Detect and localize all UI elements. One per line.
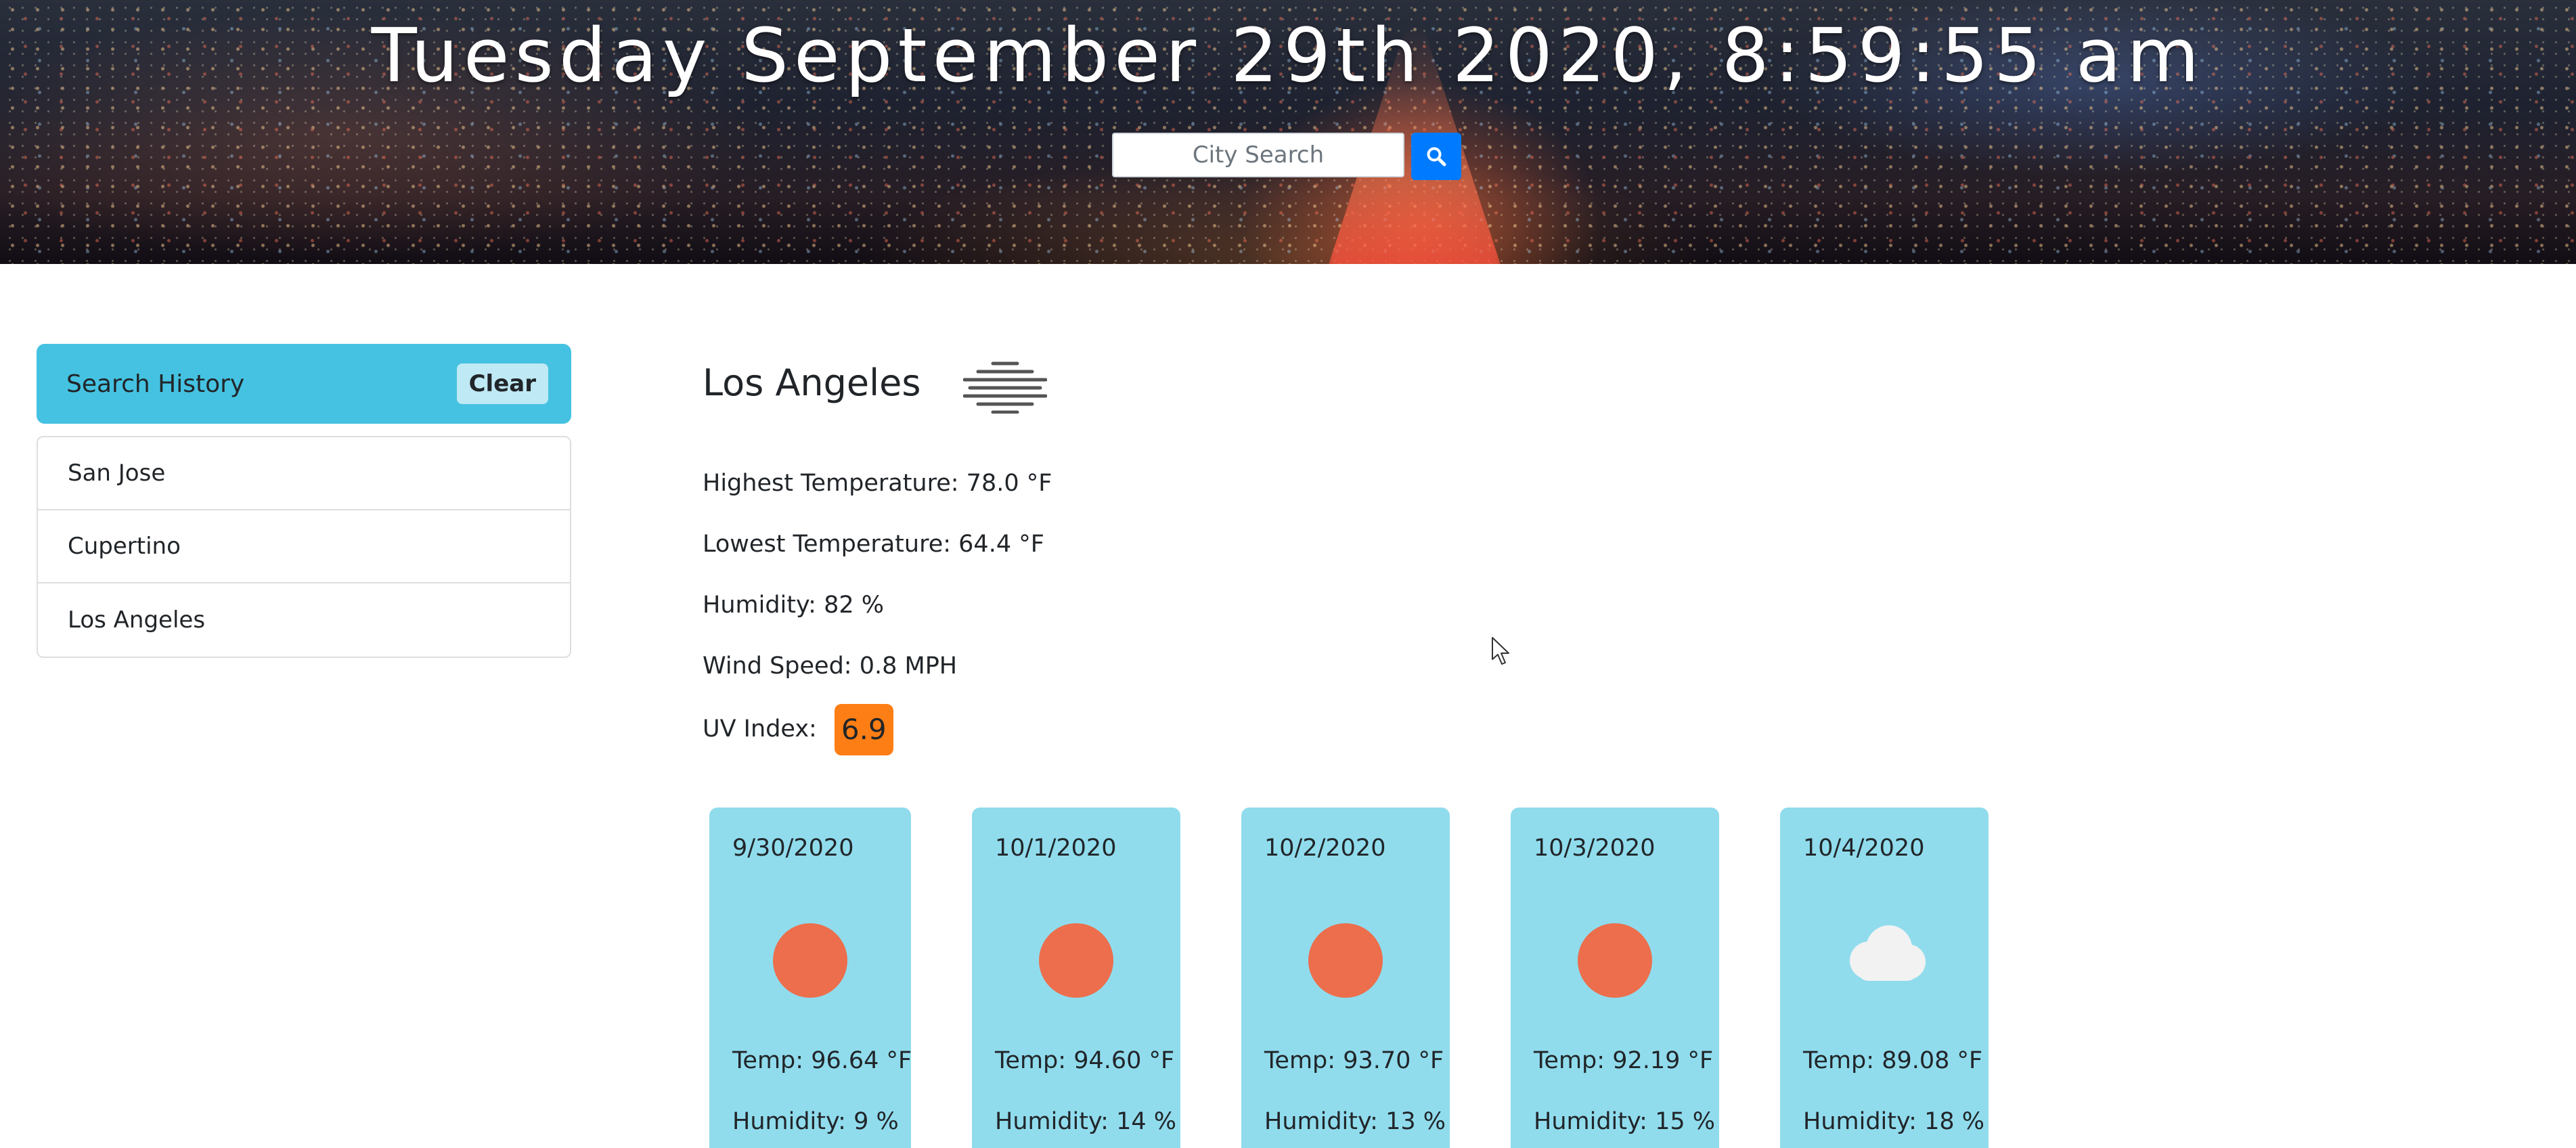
- search-history-title: Search History: [66, 370, 245, 398]
- sun-icon: [773, 923, 847, 998]
- forecast-humidity: Humidity: 9 %: [732, 1108, 899, 1135]
- mist-icon: [962, 361, 1047, 414]
- search-history-list: San Jose Cupertino Los Angeles: [37, 436, 571, 658]
- forecast-icon-wrap: [1511, 923, 1719, 998]
- forecast-date: 9/30/2020: [732, 835, 854, 862]
- forecast-icon-wrap: [1241, 923, 1450, 998]
- forecast-humidity: Humidity: 13 %: [1264, 1108, 1446, 1135]
- forecast-humidity: Humidity: 14 %: [995, 1108, 1176, 1135]
- uv-index-label: UV Index:: [703, 715, 817, 743]
- forecast-card: 10/3/2020 Temp: 92.19 °F Humidity: 15 %: [1511, 808, 1719, 1148]
- forecast-card: 9/30/2020 Temp: 96.64 °F Humidity: 9 %: [709, 808, 912, 1148]
- highest-temperature: Highest Temperature: 78.0 °F: [703, 470, 1052, 497]
- city-name: Los Angeles: [703, 361, 921, 404]
- uv-index-badge: 6.9: [834, 704, 893, 755]
- clear-history-button[interactable]: Clear: [456, 363, 548, 404]
- forecast-temp: Temp: 92.19 °F: [1534, 1047, 1714, 1074]
- forecast-date: 10/2/2020: [1264, 835, 1386, 862]
- forecast-temp: Temp: 89.08 °F: [1803, 1047, 1983, 1074]
- forecast-humidity: Humidity: 18 %: [1803, 1108, 1984, 1135]
- search-button[interactable]: [1411, 133, 1461, 180]
- current-datetime: Tuesday September 29th 2020, 8:59:55 am: [371, 12, 2205, 99]
- hero-banner: Tuesday September 29th 2020, 8:59:55 am: [0, 0, 2576, 264]
- forecast-icon-wrap: [1780, 923, 1989, 984]
- forecast-date: 10/1/2020: [995, 835, 1117, 862]
- sun-icon: [1039, 923, 1113, 998]
- forecast-date: 10/4/2020: [1803, 835, 1925, 862]
- city-heading-row: Los Angeles: [703, 352, 1718, 414]
- humidity-value: Humidity: 82 %: [703, 592, 884, 619]
- forecast-temp: Temp: 94.60 °F: [995, 1047, 1175, 1074]
- city-search-form: [1112, 133, 1461, 180]
- history-item-los-angeles[interactable]: Los Angeles: [38, 583, 570, 657]
- forecast-temp: Temp: 93.70 °F: [1264, 1047, 1444, 1074]
- search-icon: [1427, 147, 1446, 167]
- city-search-input[interactable]: [1112, 133, 1404, 177]
- search-history-header: Search History Clear: [37, 344, 571, 424]
- forecast-card: 10/2/2020 Temp: 93.70 °F Humidity: 13 %: [1241, 808, 1450, 1148]
- forecast-card: 10/4/2020 Temp: 89.08 °F Humidity: 18 %: [1780, 808, 1989, 1148]
- lowest-temperature: Lowest Temperature: 64.4 °F: [703, 531, 1044, 558]
- uv-index-row: UV Index: 6.9: [703, 704, 893, 755]
- sun-icon: [1308, 923, 1383, 998]
- forecast-icon-wrap: [709, 923, 911, 998]
- forecast-temp: Temp: 96.64 °F: [732, 1047, 912, 1074]
- history-item-cupertino[interactable]: Cupertino: [38, 510, 570, 583]
- sun-icon: [1578, 923, 1652, 998]
- current-weather: Los Angeles Highest Temperature: 78.0 °F…: [703, 352, 1718, 755]
- weather-dashboard: Tuesday September 29th 2020, 8:59:55 am …: [0, 0, 2576, 1148]
- history-item-san-jose[interactable]: San Jose: [38, 437, 570, 510]
- wind-speed-value: Wind Speed: 0.8 MPH: [703, 653, 958, 680]
- forecast-date: 10/3/2020: [1534, 835, 1656, 862]
- forecast-card: 10/1/2020 Temp: 94.60 °F Humidity: 14 %: [972, 808, 1180, 1148]
- cloud-icon: [1850, 925, 1926, 981]
- search-history-panel: Search History Clear San Jose Cupertino …: [37, 344, 571, 658]
- forecast-humidity: Humidity: 15 %: [1534, 1108, 1715, 1135]
- forecast-icon-wrap: [972, 923, 1180, 998]
- mouse-cursor-icon: [1492, 637, 1509, 665]
